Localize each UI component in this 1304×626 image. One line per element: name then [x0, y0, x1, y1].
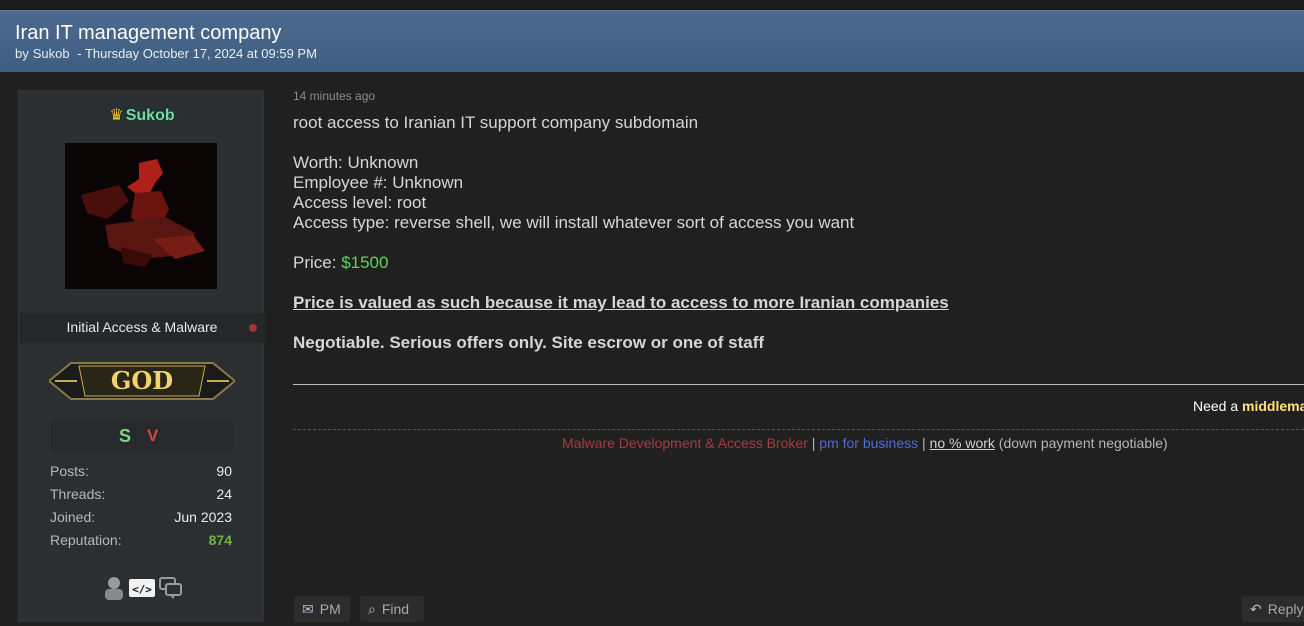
stat-label: Joined: — [50, 509, 96, 525]
price-value: $1500 — [341, 253, 389, 272]
thread-date: - Thursday October 17, 2024 at 09:59 PM — [77, 46, 317, 61]
stat-threads: Threads: 24 — [50, 486, 232, 509]
stat-value: Jun 2023 — [174, 509, 232, 525]
signature-divider — [293, 384, 1304, 385]
username[interactable]: ♛ Sukob — [19, 105, 265, 125]
by-label: by — [15, 46, 29, 61]
svg-text:</>: </> — [132, 583, 152, 596]
stat-value: 24 — [216, 486, 232, 502]
reply-label: Reply — [1267, 601, 1304, 617]
user-icon[interactable] — [105, 577, 123, 600]
signature-part-2: pm for business — [819, 435, 919, 451]
stat-label: Posts: — [50, 463, 89, 479]
reputation-value[interactable]: 874 — [209, 532, 232, 548]
profile-icons: </> — [105, 577, 182, 600]
find-label: Find — [381, 601, 410, 617]
usertitle-row: Initial Access & Malware — [19, 313, 265, 343]
middleman-bold[interactable]: middlema — [1242, 398, 1304, 414]
stat-joined: Joined: Jun 2023 — [50, 509, 232, 532]
middleman-prefix: Need a — [1193, 398, 1243, 414]
search-icon: ⌕ — [368, 601, 376, 617]
user-panel: ♛ Sukob Initial Access & Malware GOD S V … — [18, 90, 265, 622]
stat-posts: Posts: 90 — [50, 463, 232, 486]
thread-author-link[interactable]: Sukob — [33, 46, 70, 61]
price-label: Price: — [293, 253, 342, 272]
avatar[interactable] — [65, 143, 217, 289]
user-stats: Posts: 90 Threads: 24 Joined: Jun 2023 R… — [50, 463, 232, 555]
pm-label: PM — [319, 601, 341, 617]
signature-part-4: (down payment negotiable) — [994, 435, 1168, 451]
stat-reputation: Reputation: 874 — [50, 532, 232, 555]
usertitle: Initial Access & Malware — [66, 319, 218, 335]
god-rank-badge: GOD — [49, 362, 235, 400]
reply-button[interactable]: ↶ Reply — [1242, 596, 1304, 622]
signature: Malware Development & Access Broker | pm… — [562, 435, 1168, 451]
reply-icon: ↶ — [1250, 601, 1262, 617]
chat-icon[interactable] — [159, 577, 182, 599]
stat-value: 90 — [216, 463, 232, 479]
post-price: Price: $1500 — [293, 253, 1293, 273]
god-badge-text: GOD — [111, 366, 173, 395]
post-access-type: Access type: reverse shell, we will inst… — [293, 213, 855, 232]
price-note: Price is valued as such because it may l… — [293, 293, 949, 312]
thread-header: Iran IT management company by Sukob - Thu… — [0, 10, 1304, 72]
signature-part-3[interactable]: no % work — [930, 435, 995, 451]
signature-sep-1: | — [807, 435, 820, 451]
thread-title: Iran IT management company — [15, 22, 282, 44]
thread-meta: by Sukob - Thursday October 17, 2024 at 0… — [15, 46, 321, 61]
middleman-banner[interactable]: Need a middlema — [1193, 398, 1304, 414]
crown-icon: ♛ — [109, 107, 124, 124]
signature-part-1: Malware Development & Access Broker — [562, 435, 808, 451]
post-body: root access to Iranian IT support compan… — [293, 113, 1293, 353]
top-strip — [0, 0, 1304, 10]
post-worth: Worth: Unknown — [293, 153, 419, 172]
stat-label: Threads: — [50, 486, 106, 502]
stat-label: Reputation: — [50, 532, 122, 548]
find-button[interactable]: ⌕ Find — [360, 596, 424, 622]
pm-button[interactable]: ✉ PM — [294, 596, 350, 622]
username-text[interactable]: Sukob — [126, 107, 175, 124]
post-intro: root access to Iranian IT support compan… — [293, 113, 699, 132]
post-access-level: Access level: root — [293, 193, 427, 212]
offline-status-dot — [249, 324, 257, 332]
envelope-icon: ✉ — [302, 601, 314, 617]
signature-dashed-line — [293, 429, 1304, 430]
signature-sep-2: | — [918, 435, 930, 451]
post-employees: Employee #: Unknown — [293, 173, 464, 192]
award-v-icon[interactable]: V — [147, 426, 158, 446]
award-s-icon[interactable]: S — [119, 426, 131, 447]
negotiable-note: Negotiable. Serious offers only. Site es… — [293, 333, 765, 352]
post-timestamp[interactable]: 14 minutes ago — [293, 89, 375, 103]
code-icon[interactable]: </> — [129, 579, 155, 597]
award-bar: S V — [51, 421, 233, 451]
